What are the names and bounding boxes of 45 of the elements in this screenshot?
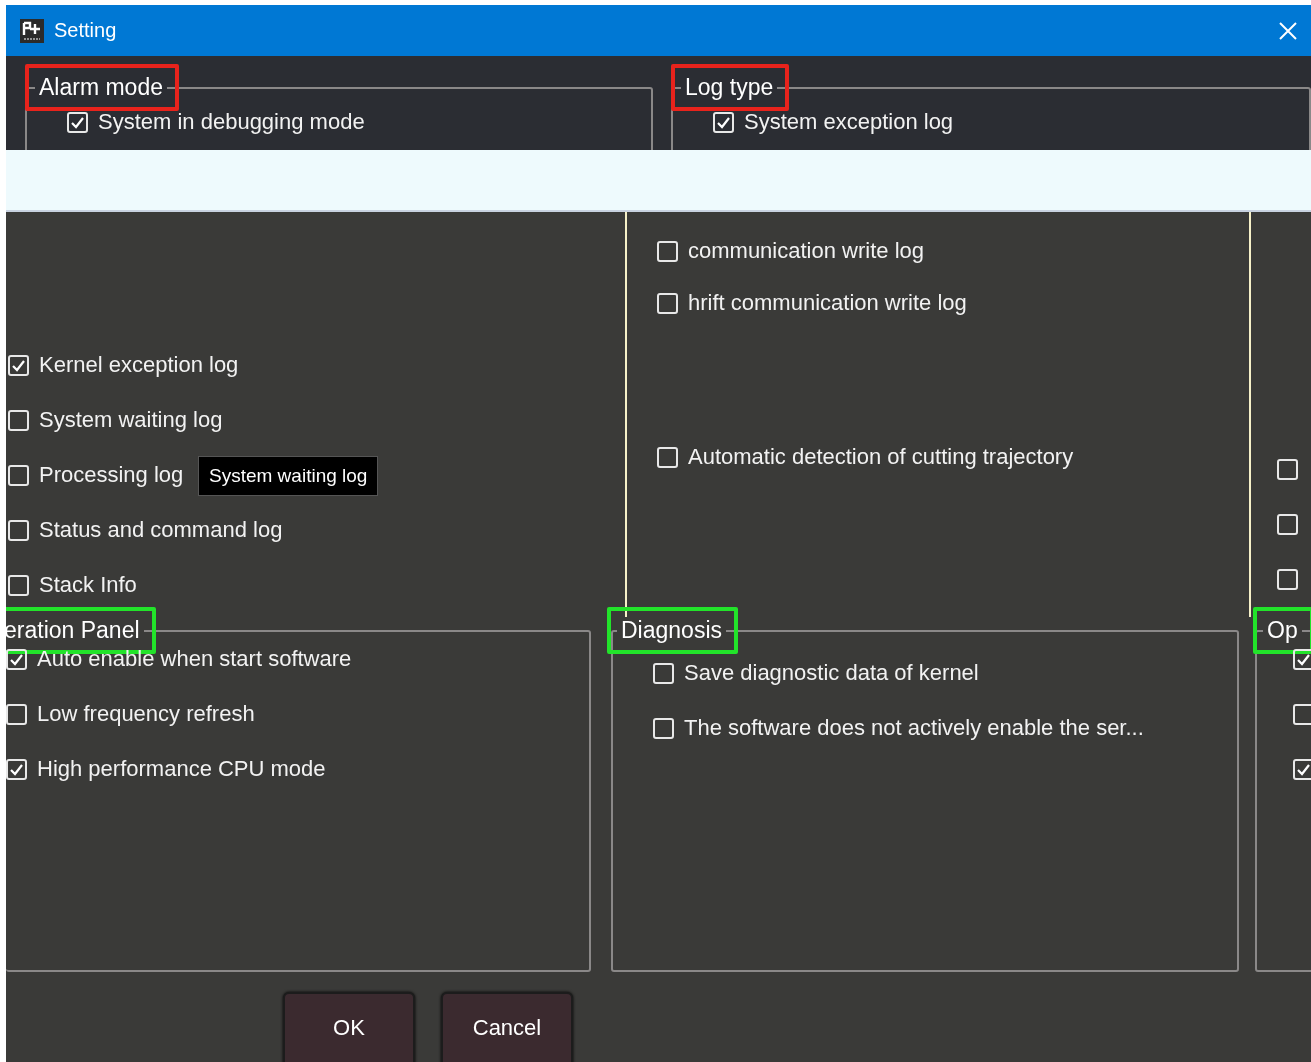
checkbox-label: communication write log [688,238,924,264]
dialog-button[interactable]: OK [283,992,415,1062]
checkbox[interactable] [1293,648,1311,670]
checkbox[interactable] [8,519,29,541]
checkbox[interactable] [8,464,29,486]
checkbox[interactable] [653,717,674,739]
app-icon [20,18,44,43]
checkbox-label: The software does not actively enable the ser... [684,715,1144,741]
checkbox-label: System waiting log [39,407,223,433]
checkbox[interactable] [6,758,27,780]
group-title: Op [1267,617,1298,643]
checkbox[interactable] [1277,458,1298,480]
checkbox-label: Auto enable when start software [37,646,352,672]
checkbox[interactable] [653,662,674,684]
tooltip: System waiting log [198,456,379,496]
window-title: Setting [54,19,118,42]
checkbox-label: System exception log [744,109,954,135]
checkbox[interactable] [6,703,27,725]
checkbox[interactable] [657,240,678,262]
checkbox[interactable] [713,111,734,133]
dialog-button[interactable]: Cancel [441,992,573,1062]
checkbox[interactable] [6,648,27,670]
checkbox-label: Low frequency refresh [37,701,255,727]
checkbox-label: Stack Info [39,572,137,598]
checkbox[interactable] [1293,758,1311,780]
checkbox[interactable] [657,292,678,314]
checkbox[interactable] [67,111,88,133]
group-title: Diagnosis [621,617,722,643]
checkbox-label: Processing log [39,462,184,488]
checkbox[interactable] [1277,513,1298,535]
checkbox[interactable] [1293,703,1311,725]
checkbox[interactable] [8,409,29,431]
checkbox[interactable] [8,574,29,596]
checkbox-label: Kernel exception log [39,352,239,378]
checkbox-label: hrift communication write log [688,290,967,316]
checkbox-label: Status and command log [39,517,283,543]
group-title: Log type [685,74,774,100]
checkbox[interactable] [657,446,678,468]
checkbox-label: Save diagnostic data of kernel [684,660,979,686]
group-title: Alarm mode [39,74,163,100]
checkbox[interactable] [8,354,29,376]
checkbox-label: System in debugging mode [98,109,365,135]
checkbox-label: Automatic detection of cutting trajectory [688,444,1074,470]
checkbox-label: High performance CPU mode [37,756,326,782]
checkbox[interactable] [1277,568,1298,590]
